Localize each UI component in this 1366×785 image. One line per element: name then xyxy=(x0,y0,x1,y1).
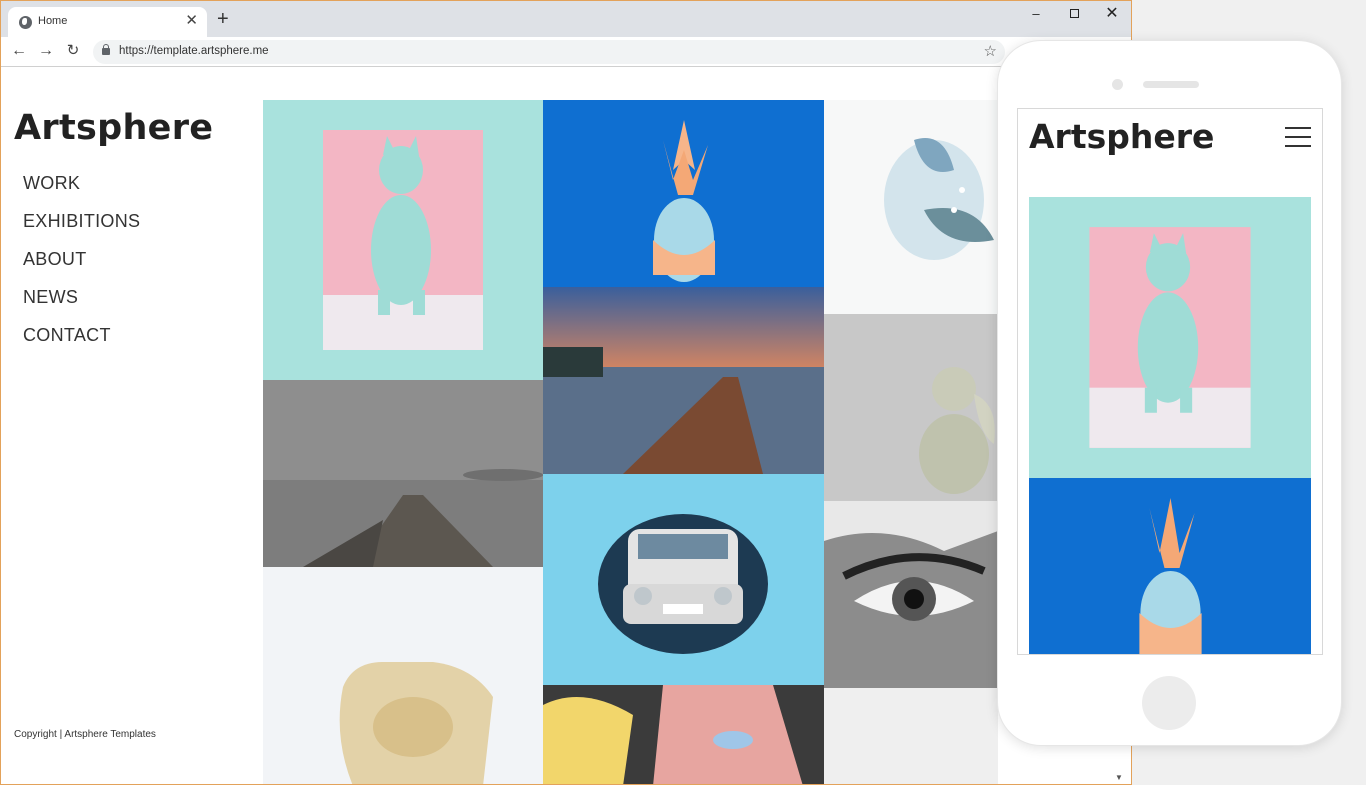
maximize-button[interactable] xyxy=(1055,5,1093,23)
new-tab-button[interactable]: + xyxy=(217,9,229,29)
nav-item-contact[interactable]: CONTACT xyxy=(23,323,140,361)
site-logo[interactable]: Artsphere xyxy=(14,108,213,148)
tab-home[interactable]: Home ✕ xyxy=(8,7,207,37)
eye-drawing-artwork[interactable] xyxy=(824,501,998,688)
address-bar[interactable]: https://template.artsphere.me ☆ xyxy=(93,40,1005,64)
trabant-wall-mural[interactable] xyxy=(543,474,824,685)
copyright-text: Copyright | Artsphere Templates xyxy=(14,729,156,740)
close-window-button[interactable]: ✕ xyxy=(1093,5,1131,23)
browser-window: Home ✕ + – ✕ ← → ↻ https://template.arts… xyxy=(0,0,1132,785)
cat-figurine-artwork[interactable] xyxy=(263,100,543,380)
minimize-button[interactable]: – xyxy=(1017,5,1055,23)
maximize-icon xyxy=(1069,9,1079,18)
browser-toolbar: ← → ↻ https://template.artsphere.me ☆ xyxy=(1,37,1131,67)
lock-icon xyxy=(102,44,110,55)
neutral-artwork[interactable] xyxy=(824,688,998,784)
pineapple-artwork[interactable] xyxy=(543,100,824,287)
phone-home-button[interactable] xyxy=(1142,676,1196,730)
nav-item-about[interactable]: ABOUT xyxy=(23,247,140,285)
nav-item-news[interactable]: NEWS xyxy=(23,285,140,323)
nav-item-work[interactable]: WORK xyxy=(23,171,140,209)
jetty-sunset-photo[interactable] xyxy=(543,287,824,474)
pop-art-face-mural[interactable] xyxy=(543,685,824,784)
url-text[interactable]: https://template.artsphere.me xyxy=(119,45,269,57)
bookmark-star-icon[interactable]: ☆ xyxy=(984,42,997,60)
gallery-grid xyxy=(263,100,1105,784)
forward-button[interactable]: → xyxy=(36,41,56,61)
back-button[interactable]: ← xyxy=(9,41,29,61)
nav-item-exhibitions[interactable]: EXHIBITIONS xyxy=(23,209,140,247)
torso-sculpture-photo[interactable] xyxy=(263,567,543,784)
foggy-pier-photo[interactable] xyxy=(263,380,543,567)
flowers-watercolor-artwork[interactable] xyxy=(824,100,998,314)
mobile-site-logo[interactable]: Artsphere xyxy=(1029,117,1214,156)
angel-statue-photo[interactable] xyxy=(824,314,998,501)
page-viewport: Artsphere WORK EXHIBITIONS ABOUT NEWS CO… xyxy=(1,68,1105,784)
tab-close-button[interactable]: ✕ xyxy=(185,13,198,29)
tab-bar: Home ✕ + – ✕ xyxy=(1,1,1131,37)
tab-title: Home xyxy=(38,15,68,27)
mobile-pineapple-artwork[interactable] xyxy=(1029,478,1311,654)
phone-screen: Artsphere xyxy=(1017,108,1323,655)
reload-button[interactable]: ↻ xyxy=(63,41,83,61)
globe-icon xyxy=(19,16,32,29)
hamburger-icon[interactable] xyxy=(1285,127,1311,148)
mobile-cat-figurine-artwork[interactable] xyxy=(1029,197,1311,478)
phone-camera xyxy=(1112,79,1123,90)
scroll-down-icon[interactable]: ▼ xyxy=(1115,773,1123,782)
phone-mockup: Artsphere xyxy=(997,40,1342,746)
main-nav: WORK EXHIBITIONS ABOUT NEWS CONTACT xyxy=(23,171,140,361)
phone-speaker xyxy=(1143,81,1199,88)
